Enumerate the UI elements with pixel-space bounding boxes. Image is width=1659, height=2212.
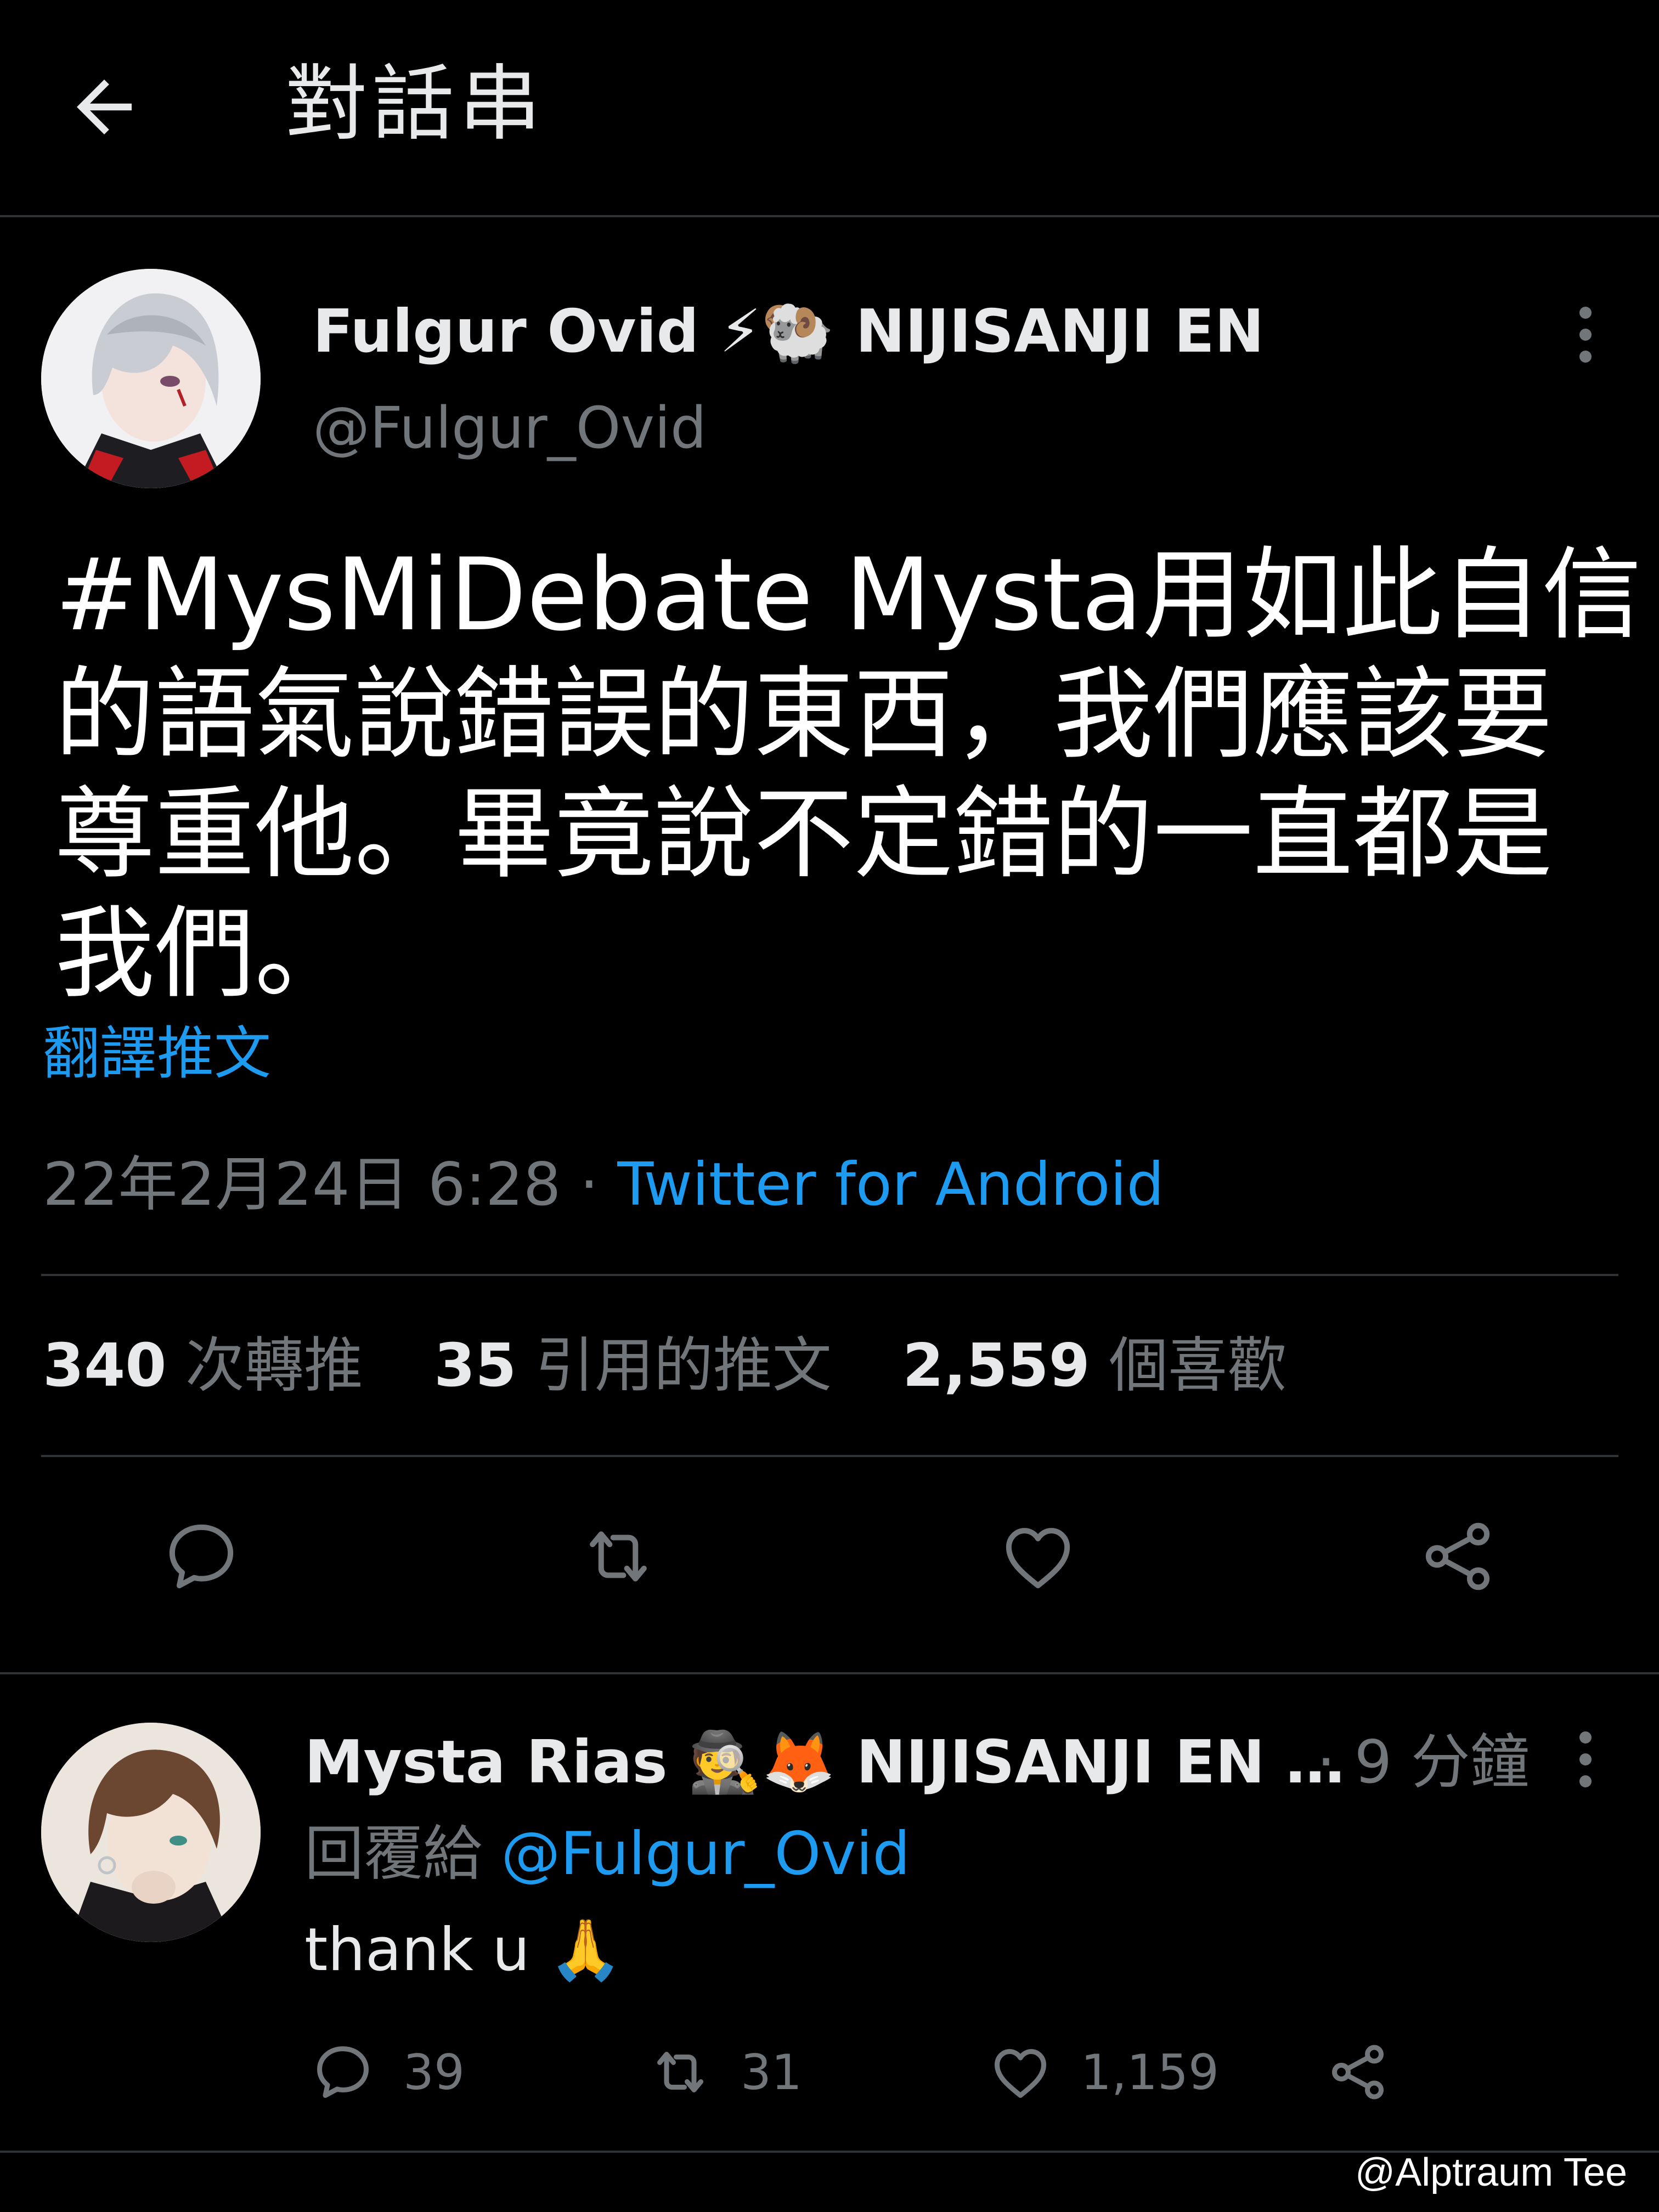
more-vertical-icon [1579, 307, 1592, 363]
heart-icon [1006, 1528, 1070, 1589]
reply-more-options-button[interactable] [1569, 1729, 1602, 1790]
quotes-count: 35 [434, 1331, 517, 1400]
retweets-stat[interactable]: 340 次轉推 [43, 1331, 363, 1400]
share-icon [1425, 1522, 1490, 1590]
reply-timestamp: · 9 分鐘 [1317, 1728, 1530, 1797]
tweet-stats: 340 次轉推 35 引用的推文 2,559 個喜歡 [43, 1330, 1339, 1402]
like-count: 1,159 [1081, 2044, 1219, 2101]
meta-separator: · [561, 1150, 618, 1219]
tweet-text-line: 的語氣說錯誤的東西，我們應該要 [55, 656, 1553, 772]
avatar-image [41, 1723, 261, 1942]
share-button[interactable] [1417, 1515, 1499, 1598]
page-title: 對話串 [285, 57, 546, 152]
avatar-image [41, 269, 261, 488]
retweet-button[interactable] [577, 1515, 659, 1598]
likes-stat[interactable]: 2,559 個喜歡 [902, 1331, 1286, 1400]
timestamp: 22年2月24日 6:28 [43, 1150, 561, 1219]
retweet-count: 31 [741, 2044, 802, 2101]
back-button[interactable] [63, 66, 145, 148]
reply-like-button[interactable]: 1,159 [988, 2036, 1219, 2108]
tweet-text-line: 尊重他。畢竟說不定錯的一直都是 [55, 776, 1553, 892]
like-button[interactable] [997, 1515, 1079, 1598]
more-options-button[interactable] [1569, 304, 1602, 365]
reply-icon [169, 1524, 234, 1589]
tweet-text-line: 我們。 [55, 895, 354, 1012]
quotes-stat[interactable]: 35 引用的推文 [434, 1331, 832, 1400]
author-handle[interactable]: @Fulgur_Ovid [313, 392, 707, 464]
replying-to-mention[interactable]: @Fulgur_Ovid [501, 1820, 910, 1888]
likes-label: 個喜歡 [1109, 1331, 1287, 1400]
reply-retweet-button[interactable]: 31 [647, 2036, 802, 2108]
source-link[interactable]: Twitter for Android [617, 1150, 1164, 1219]
share-icon [1332, 2045, 1384, 2100]
translate-tweet-link[interactable]: 翻譯推文 [43, 1018, 271, 1089]
tweet-text: #MysMiDebate Mysta用如此自信 的語氣說錯誤的東西，我們應該要 … [55, 535, 1642, 1013]
author-display-name[interactable]: Fulgur Ovid ⚡🐏 NIJISANJI EN [313, 296, 1264, 368]
more-vertical-icon [1579, 1731, 1592, 1787]
likes-count: 2,559 [902, 1331, 1090, 1400]
reply-author-name[interactable]: Mysta Rias 🕵️🦊 NIJISANJI EN … [304, 1727, 1345, 1798]
quotes-label: 引用的推文 [535, 1331, 832, 1400]
replying-to-label: 回覆給 [304, 1820, 483, 1888]
retweet-icon [657, 2052, 703, 2092]
replying-to: 回覆給 @Fulgur_Ovid [304, 1819, 910, 1890]
divider [41, 1455, 1618, 1457]
reply-reply-button[interactable]: 39 [310, 2036, 465, 2108]
tweet-meta: 22年2月24日 6:28 · Twitter for Android [43, 1149, 1164, 1221]
reply-icon [317, 2046, 369, 2098]
watermark: @Alptraum Tee [1355, 2151, 1627, 2194]
top-app-bar: 對話串 [0, 0, 1659, 217]
avatar[interactable] [41, 269, 261, 488]
retweet-icon [590, 1531, 647, 1582]
reply-share-button[interactable] [1325, 2036, 1418, 2108]
reply-count: 39 [403, 2044, 465, 2101]
retweets-label: 次轉推 [185, 1331, 363, 1400]
heart-icon [995, 2049, 1046, 2098]
divider [41, 1274, 1618, 1276]
reply-text: thank u 🙏 [304, 1916, 623, 1984]
section-divider [0, 1672, 1659, 1674]
reply-avatar[interactable] [41, 1723, 261, 1942]
reply-button[interactable] [160, 1515, 242, 1598]
retweets-count: 340 [43, 1331, 167, 1400]
arrow-left-icon [77, 80, 132, 134]
tweet-text-line: #MysMiDebate Mysta用如此自信 [55, 537, 1642, 653]
